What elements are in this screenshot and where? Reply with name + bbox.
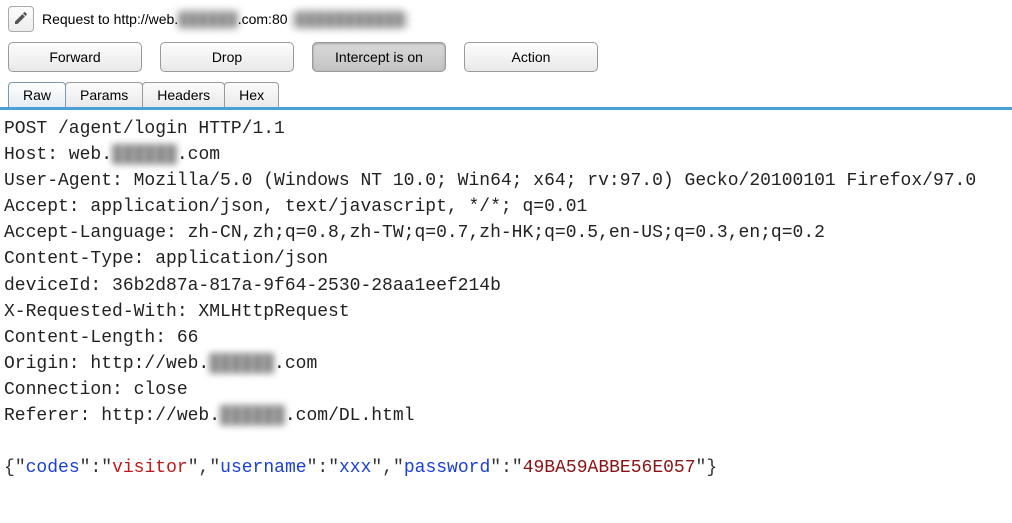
tab-params[interactable]: Params — [65, 82, 143, 107]
tab-headers[interactable]: Headers — [142, 82, 225, 107]
body-val-codes: visitor — [112, 458, 188, 478]
raw-request-editor[interactable]: POST /agent/login HTTP/1.1 Host: web.███… — [0, 110, 1012, 485]
hdr-connection: Connection: close — [4, 380, 188, 400]
drop-button-label: Drop — [212, 49, 242, 65]
hdr-content-length: Content-Length: 66 — [4, 328, 198, 348]
body-val-password: 49BA59ABBE56E057 — [523, 458, 696, 478]
hdr-accept-language: Accept-Language: zh-CN,zh;q=0.8,zh-TW;q=… — [4, 223, 825, 243]
action-button-label: Action — [512, 49, 551, 65]
hdr-origin-a: Origin: http://web. — [4, 354, 209, 374]
body-close: } — [706, 458, 717, 478]
request-title-host-redacted: ██████ — [178, 11, 238, 27]
hdr-referer-c: .com/DL.html — [285, 406, 415, 426]
action-button[interactable]: Action — [464, 42, 598, 72]
hdr-referer-a: Referer: http://web. — [4, 406, 220, 426]
pencil-icon — [13, 10, 29, 29]
hdr-host-c: .com — [177, 145, 220, 165]
hdr-host-a: Host: web. — [4, 145, 112, 165]
tab-params-label: Params — [80, 87, 128, 103]
tab-hex-label: Hex — [239, 87, 264, 103]
intercept-toggle-button[interactable]: Intercept is on — [312, 42, 446, 72]
hdr-x-requested-with: X-Requested-With: XMLHttpRequest — [4, 302, 350, 322]
request-line: POST /agent/login HTTP/1.1 — [4, 119, 285, 139]
hdr-user-agent: User-Agent: Mozilla/5.0 (Windows NT 10.0… — [4, 171, 976, 191]
tab-headers-label: Headers — [157, 87, 210, 103]
request-title-prefix: Request to http://web. — [42, 11, 178, 27]
hdr-accept: Accept: application/json, text/javascrip… — [4, 197, 587, 217]
request-title-extra-redacted: [███████████] — [291, 11, 408, 27]
edit-icon-button[interactable] — [8, 6, 34, 32]
body-key-username: username — [220, 458, 306, 478]
tab-hex[interactable]: Hex — [224, 82, 279, 107]
hdr-origin-redacted: ██████ — [209, 354, 274, 374]
intercept-button-label: Intercept is on — [335, 49, 423, 65]
hdr-device-id: deviceId: 36b2d87a-817a-9f64-2530-28aa1e… — [4, 276, 501, 296]
forward-button[interactable]: Forward — [8, 42, 142, 72]
request-title: Request to http://web.██████.com:80 [███… — [42, 11, 408, 27]
hdr-host-redacted: ██████ — [112, 145, 177, 165]
hdr-content-type: Content-Type: application/json — [4, 249, 328, 269]
drop-button[interactable]: Drop — [160, 42, 294, 72]
body-val-username: xxx — [339, 458, 371, 478]
body-key-password: password — [404, 458, 490, 478]
forward-button-label: Forward — [49, 49, 100, 65]
body-key-codes: codes — [26, 458, 80, 478]
hdr-referer-redacted: ██████ — [220, 406, 285, 426]
tab-raw-label: Raw — [23, 87, 51, 103]
tab-raw[interactable]: Raw — [8, 82, 66, 107]
request-title-suffix: .com:80 — [238, 11, 292, 27]
hdr-origin-c: .com — [274, 354, 317, 374]
body-open: { — [4, 458, 15, 478]
